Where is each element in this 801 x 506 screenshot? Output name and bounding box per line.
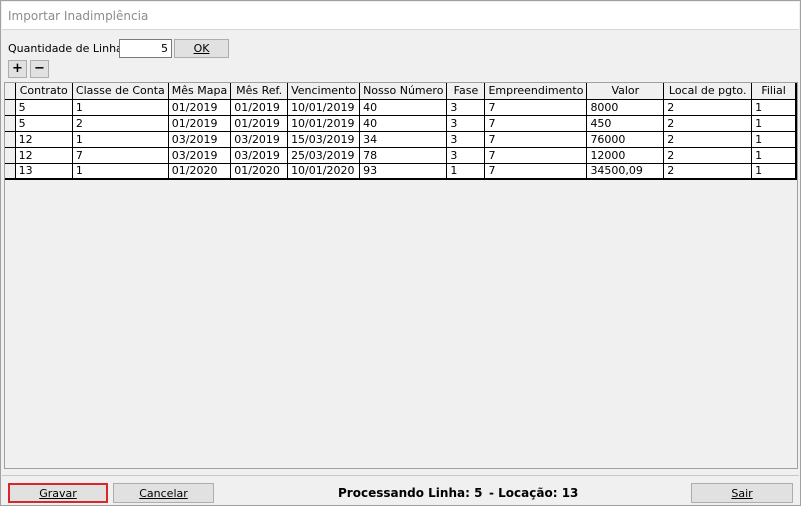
table-row[interactable]: 5 1 01/2019 01/2019 10/01/2019 40 3 7 80… — [5, 99, 798, 116]
cell-nosso-numero[interactable]: 40 — [359, 115, 448, 132]
cell-mes-mapa[interactable]: 01/2019 — [168, 99, 232, 116]
cell-vencimento[interactable]: 10/01/2019 — [287, 99, 361, 116]
cell-local-pgto[interactable]: 2 — [663, 163, 753, 180]
row-selector[interactable] — [5, 99, 16, 116]
cell-mes-ref[interactable]: 01/2020 — [230, 163, 289, 180]
quantity-input[interactable] — [119, 39, 172, 58]
cell-local-pgto[interactable]: 2 — [663, 131, 753, 148]
cell-classe-conta[interactable]: 1 — [72, 99, 169, 116]
cell-nosso-numero[interactable]: 40 — [359, 99, 448, 116]
col-header-contrato[interactable]: Contrato — [15, 83, 73, 100]
cell-mes-ref[interactable]: 03/2019 — [230, 131, 289, 148]
cancel-button[interactable]: Cancelar — [113, 483, 214, 503]
cell-mes-mapa[interactable]: 01/2020 — [168, 163, 232, 180]
cell-mes-ref[interactable]: 01/2019 — [230, 99, 289, 116]
cell-valor[interactable]: 8000 — [586, 99, 665, 116]
cell-classe-conta[interactable]: 2 — [72, 115, 169, 132]
header-row: Contrato Classe de Conta Mês Mapa Mês Re… — [5, 83, 798, 100]
cell-mes-ref[interactable]: 03/2019 — [230, 147, 289, 164]
title-bar: Importar Inadimplência — [2, 2, 799, 30]
col-header-filial[interactable]: Filial — [751, 83, 798, 100]
save-button[interactable]: Gravar — [8, 483, 108, 503]
cell-contrato[interactable]: 12 — [15, 147, 73, 164]
table-row[interactable]: 12 7 03/2019 03/2019 25/03/2019 78 3 7 1… — [5, 147, 798, 164]
cell-valor[interactable]: 76000 — [586, 131, 665, 148]
cell-mes-mapa[interactable]: 03/2019 — [168, 131, 232, 148]
ok-button[interactable]: OK — [174, 39, 229, 58]
cell-vencimento[interactable]: 10/01/2020 — [287, 163, 361, 180]
cell-vencimento[interactable]: 25/03/2019 — [287, 147, 361, 164]
cell-empreendimento[interactable]: 7 — [484, 131, 588, 148]
ok-button-label: OK — [193, 42, 210, 55]
table-row[interactable]: 13 1 01/2020 01/2020 10/01/2020 93 1 7 3… — [5, 163, 798, 180]
data-table: Contrato Classe de Conta Mês Mapa Mês Re… — [5, 83, 798, 180]
cell-fase[interactable]: 3 — [446, 147, 486, 164]
corner-cell — [5, 83, 16, 100]
cell-mes-mapa[interactable]: 03/2019 — [168, 147, 232, 164]
cell-classe-conta[interactable]: 1 — [72, 131, 169, 148]
col-header-classe-conta[interactable]: Classe de Conta — [72, 83, 169, 100]
cell-local-pgto[interactable]: 2 — [663, 147, 753, 164]
cell-fase[interactable]: 3 — [446, 99, 486, 116]
cell-mes-mapa[interactable]: 01/2019 — [168, 115, 232, 132]
cell-vencimento[interactable]: 10/01/2019 — [287, 115, 361, 132]
cell-fase[interactable]: 1 — [446, 163, 486, 180]
footer-divider — [2, 475, 799, 476]
cell-filial[interactable]: 1 — [751, 99, 798, 116]
window-title: Importar Inadimplência — [8, 9, 149, 23]
import-window: Importar Inadimplência Quantidade de Lin… — [0, 0, 801, 506]
status-processing-line: Processando Linha: 5 — [338, 486, 483, 500]
col-header-empreendimento[interactable]: Empreendimento — [484, 83, 588, 100]
cell-contrato[interactable]: 13 — [15, 163, 73, 180]
cell-nosso-numero[interactable]: 93 — [359, 163, 448, 180]
col-header-valor[interactable]: Valor — [586, 83, 665, 100]
cell-local-pgto[interactable]: 2 — [663, 99, 753, 116]
cell-filial[interactable]: 1 — [751, 163, 798, 180]
cell-fase[interactable]: 3 — [446, 131, 486, 148]
row-selector[interactable] — [5, 131, 16, 148]
col-header-local-pgto[interactable]: Local de pgto. — [663, 83, 753, 100]
cell-contrato[interactable]: 12 — [15, 131, 73, 148]
col-header-nosso-numero[interactable]: Nosso Número — [359, 83, 448, 100]
quantity-label: Quantidade de Linhas: — [8, 42, 133, 55]
cell-classe-conta[interactable]: 7 — [72, 147, 169, 164]
cell-contrato[interactable]: 5 — [15, 99, 73, 116]
col-header-mes-ref[interactable]: Mês Ref. — [230, 83, 289, 100]
cell-local-pgto[interactable]: 2 — [663, 115, 753, 132]
cell-filial[interactable]: 1 — [751, 115, 798, 132]
col-header-mes-mapa[interactable]: Mês Mapa — [168, 83, 232, 100]
cell-valor[interactable]: 34500,09 — [586, 163, 665, 180]
exit-button-label: Sair — [731, 486, 753, 500]
cell-mes-ref[interactable]: 01/2019 — [230, 115, 289, 132]
cell-empreendimento[interactable]: 7 — [484, 147, 588, 164]
status-location: - Locação: 13 — [489, 486, 579, 500]
exit-button[interactable]: Sair — [691, 483, 793, 503]
cell-nosso-numero[interactable]: 34 — [359, 131, 448, 148]
cell-empreendimento[interactable]: 7 — [484, 115, 588, 132]
remove-row-button[interactable]: − — [30, 60, 49, 78]
row-selector[interactable] — [5, 163, 16, 180]
cell-fase[interactable]: 3 — [446, 115, 486, 132]
cell-nosso-numero[interactable]: 78 — [359, 147, 448, 164]
cancel-button-label: Cancelar — [139, 486, 188, 500]
cell-filial[interactable]: 1 — [751, 147, 798, 164]
row-selector[interactable] — [5, 147, 16, 164]
col-header-vencimento[interactable]: Vencimento — [287, 83, 361, 100]
table-row[interactable]: 5 2 01/2019 01/2019 10/01/2019 40 3 7 45… — [5, 115, 798, 132]
cell-classe-conta[interactable]: 1 — [72, 163, 169, 180]
col-header-fase[interactable]: Fase — [446, 83, 486, 100]
data-grid[interactable]: Contrato Classe de Conta Mês Mapa Mês Re… — [4, 82, 798, 469]
cell-valor[interactable]: 12000 — [586, 147, 665, 164]
row-selector[interactable] — [5, 115, 16, 132]
table-row[interactable]: 12 1 03/2019 03/2019 15/03/2019 34 3 7 7… — [5, 131, 798, 148]
cell-contrato[interactable]: 5 — [15, 115, 73, 132]
cell-valor[interactable]: 450 — [586, 115, 665, 132]
save-button-label: Gravar — [39, 486, 77, 500]
cell-empreendimento[interactable]: 7 — [484, 163, 588, 180]
cell-filial[interactable]: 1 — [751, 131, 798, 148]
cell-empreendimento[interactable]: 7 — [484, 99, 588, 116]
add-row-button[interactable]: + — [8, 60, 27, 78]
cell-vencimento[interactable]: 15/03/2019 — [287, 131, 361, 148]
